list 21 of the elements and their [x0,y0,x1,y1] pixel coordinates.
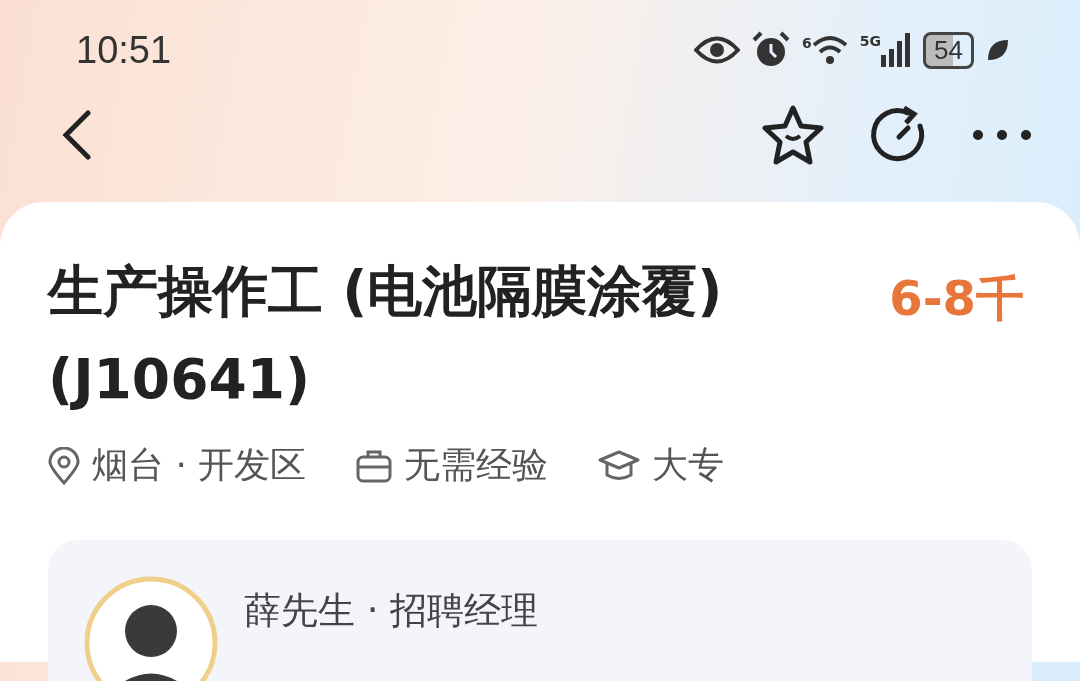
wifi-label: 6 [802,35,812,51]
job-title: 生产操作工 (电池隔膜涂覆) (J10641) [48,258,724,413]
recruiter-name: 薛先生 · 招聘经理 [244,588,539,634]
status-time: 10:51 [76,28,172,72]
back-icon[interactable] [62,110,92,160]
salary: 6-8千 [889,269,1024,328]
more-icon[interactable] [972,129,1032,141]
alarm-clock-icon [752,31,791,69]
leaf-icon [986,38,1010,62]
network-label: 5G [859,33,882,49]
tag-text: 无需经验 [404,443,549,487]
wifi-icon [811,35,848,65]
eye-icon [694,35,741,65]
location-pin-icon [48,446,80,485]
battery-icon: 54 [923,31,974,69]
signal-icon [881,33,912,67]
star-icon[interactable] [760,104,826,166]
briefcase-icon [356,448,393,483]
tag-text: 大专 [652,443,725,487]
graduation-cap-icon [598,448,641,483]
tag-text: 烟台 · 开发区 [92,443,307,487]
